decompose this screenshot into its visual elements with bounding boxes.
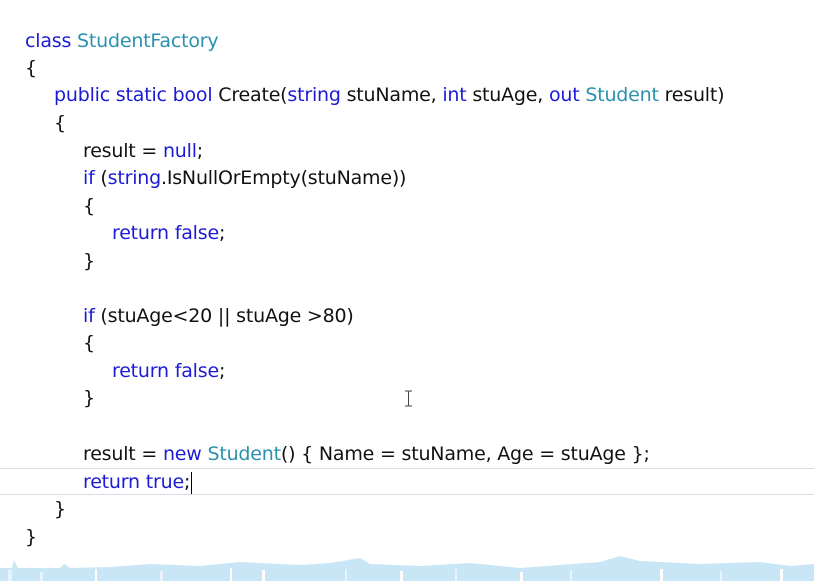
code-token-plain: ; — [196, 140, 203, 162]
code-token-plain: { — [83, 195, 95, 217]
code-token-keyword: string — [107, 167, 162, 189]
code-token-plain: (stuAge<20 || stuAge >80) — [100, 305, 354, 327]
code-token-keyword: new — [162, 443, 208, 465]
code-token-type: StudentFactory — [77, 30, 219, 52]
code-token-plain: } — [54, 498, 66, 520]
code-line[interactable]: { — [83, 330, 95, 357]
code-token-plain: ; — [183, 471, 191, 493]
code-line[interactable]: return false; — [112, 358, 225, 385]
code-token-plain: } — [83, 250, 95, 272]
code-token-plain: stuAge, — [472, 84, 549, 106]
code-line[interactable]: } — [25, 524, 37, 551]
code-token-keyword: return false — [112, 222, 219, 244]
code-token-keyword: public static bool — [54, 84, 219, 106]
code-token-plain: stuName, — [346, 84, 443, 106]
code-token-plain: { — [54, 112, 66, 134]
code-token-plain: result = — [83, 443, 163, 465]
code-token-plain: { — [25, 57, 37, 79]
code-token-keyword: return true — [83, 471, 184, 493]
code-token-keyword: string — [287, 84, 347, 106]
code-line[interactable]: public static bool Create(string stuName… — [54, 82, 725, 109]
code-token-plain: ; — [218, 360, 226, 382]
code-line[interactable]: { — [54, 110, 66, 137]
code-line[interactable]: } — [83, 248, 95, 275]
code-token-plain: { — [83, 332, 95, 354]
code-token-keyword: int — [442, 84, 473, 106]
code-token-type: Student — [585, 84, 665, 106]
code-line[interactable]: result = new Student() { Name = stuName,… — [83, 441, 650, 468]
code-token-plain: ( — [100, 167, 108, 189]
code-line[interactable]: return true; — [83, 469, 190, 496]
code-token-plain: () { Name = stuName, Age = stuAge }; — [280, 443, 650, 465]
code-token-keyword: return false — [112, 360, 219, 382]
code-token-plain: .IsNullOrEmpty(stuName)) — [160, 167, 407, 189]
decorative-bottom-strip — [0, 556, 814, 581]
code-line[interactable]: if (string.IsNullOrEmpty(stuName)) — [83, 165, 406, 192]
code-token-keyword: null — [162, 140, 197, 162]
code-token-keyword: class — [25, 30, 78, 52]
text-caret — [191, 472, 193, 494]
code-editor[interactable]: class StudentFactory{public static bool … — [0, 0, 814, 581]
ibeam-cursor-icon — [405, 390, 412, 407]
code-line[interactable]: return false; — [112, 220, 225, 247]
code-token-plain: } — [83, 387, 95, 409]
code-line[interactable]: result = null; — [83, 138, 203, 165]
code-line[interactable]: { — [25, 55, 37, 82]
code-line[interactable]: } — [83, 385, 95, 412]
code-token-keyword: if — [83, 167, 101, 189]
code-line[interactable]: class StudentFactory — [25, 28, 219, 55]
code-token-plain: result = — [83, 140, 163, 162]
code-token-plain: } — [25, 526, 37, 548]
code-line[interactable]: if (stuAge<20 || stuAge >80) — [83, 303, 354, 330]
code-token-type: Student — [207, 443, 281, 465]
code-token-plain: ; — [218, 222, 226, 244]
code-token-keyword: out — [548, 84, 586, 106]
code-line[interactable]: { — [83, 193, 95, 220]
code-token-plain: Create( — [218, 84, 288, 106]
code-token-plain: result) — [664, 84, 725, 106]
code-line[interactable]: } — [54, 496, 66, 523]
code-token-keyword: if — [83, 305, 101, 327]
